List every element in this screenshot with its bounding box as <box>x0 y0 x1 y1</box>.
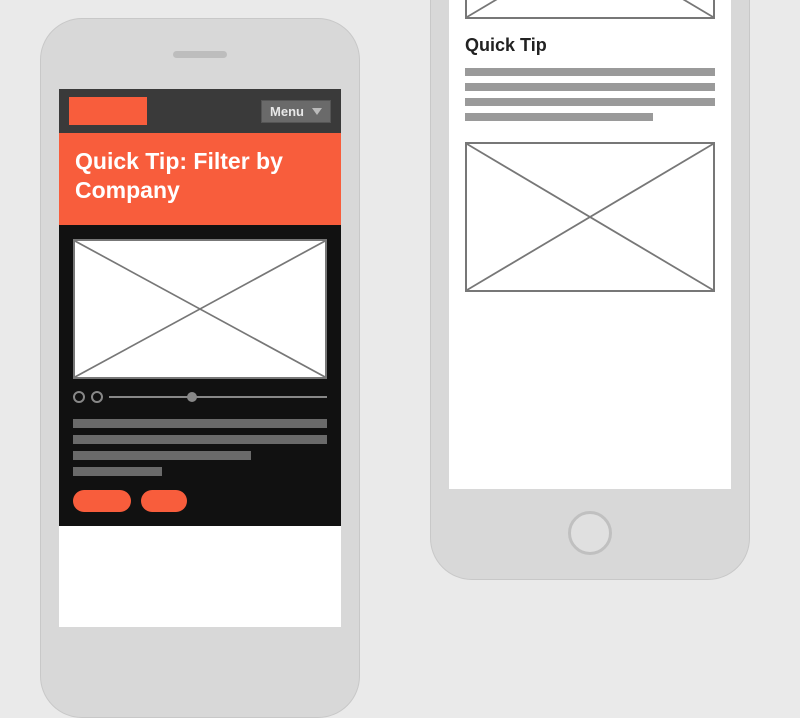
text-line <box>73 467 162 476</box>
app-header: Menu <box>59 89 341 133</box>
paragraph-placeholder <box>465 68 715 121</box>
speaker-slot <box>173 51 227 58</box>
hero-title: Quick Tip: Filter by Company <box>59 133 341 225</box>
logo-placeholder <box>69 97 147 125</box>
menu-dropdown[interactable]: Menu <box>261 100 331 123</box>
image-placeholder <box>465 0 715 19</box>
screen-right: Quick Tip <box>449 0 731 489</box>
text-line <box>73 419 327 428</box>
text-line <box>73 451 251 460</box>
chevron-down-icon <box>312 108 322 115</box>
text-line <box>73 435 327 444</box>
carousel-track[interactable] <box>109 396 327 398</box>
image-placeholder <box>465 142 715 292</box>
paragraph-placeholder <box>73 419 327 476</box>
article-body-dark <box>59 225 341 526</box>
phone-mockup-right: Quick Tip <box>430 0 750 580</box>
menu-label: Menu <box>270 104 304 119</box>
tag-row <box>73 490 327 512</box>
home-button[interactable] <box>568 511 612 555</box>
carousel-next-icon[interactable] <box>91 391 103 403</box>
tag-pill[interactable] <box>141 490 187 512</box>
article-body-light: Quick Tip <box>449 0 731 320</box>
tag-pill[interactable] <box>73 490 131 512</box>
carousel-controls <box>73 391 327 403</box>
text-line <box>465 68 715 76</box>
screen-left: Menu Quick Tip: Filter by Company <box>59 89 341 627</box>
section-title: Quick Tip <box>465 35 715 56</box>
carousel-prev-icon[interactable] <box>73 391 85 403</box>
text-line <box>465 83 715 91</box>
text-line <box>465 98 715 106</box>
image-placeholder <box>73 239 327 379</box>
phone-mockup-left: Menu Quick Tip: Filter by Company <box>40 18 360 718</box>
text-line <box>465 113 653 121</box>
carousel-thumb[interactable] <box>187 392 197 402</box>
